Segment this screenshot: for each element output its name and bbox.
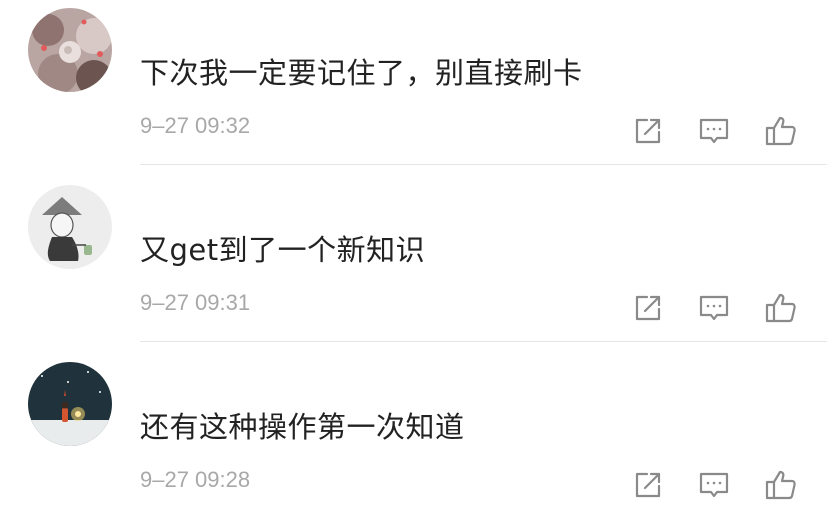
avatar[interactable] (28, 185, 112, 269)
thumbs-up-icon[interactable] (764, 468, 798, 502)
comment-timestamp: 9–27 09:28 (140, 467, 251, 492)
comment-timestamp: 9–27 09:32 (140, 113, 251, 138)
avatar[interactable] (28, 8, 112, 92)
thumbs-up-icon[interactable] (764, 291, 798, 325)
comment-item: 还有这种操作第一次知道 9–27 09:28 (0, 354, 827, 531)
comment-icon[interactable] (697, 114, 731, 148)
comment-text: 下次我一定要记住了，别直接刷卡 (140, 56, 583, 90)
comment-item: 又get到了一个新知识 9–27 09:31 (0, 177, 827, 354)
avatar[interactable] (28, 362, 112, 446)
comment-timestamp: 9–27 09:31 (140, 290, 251, 315)
comment-icon[interactable] (697, 291, 731, 325)
comment-icon[interactable] (697, 468, 731, 502)
divider (140, 164, 827, 165)
share-icon[interactable] (631, 114, 665, 148)
thumbs-up-icon[interactable] (764, 114, 798, 148)
share-icon[interactable] (631, 468, 665, 502)
comment-text: 又get到了一个新知识 (140, 233, 426, 267)
divider (140, 341, 827, 342)
comment-item: 下次我一定要记住了，别直接刷卡 9–27 09:32 (0, 0, 827, 177)
share-icon[interactable] (631, 291, 665, 325)
comment-text: 还有这种操作第一次知道 (140, 410, 465, 444)
